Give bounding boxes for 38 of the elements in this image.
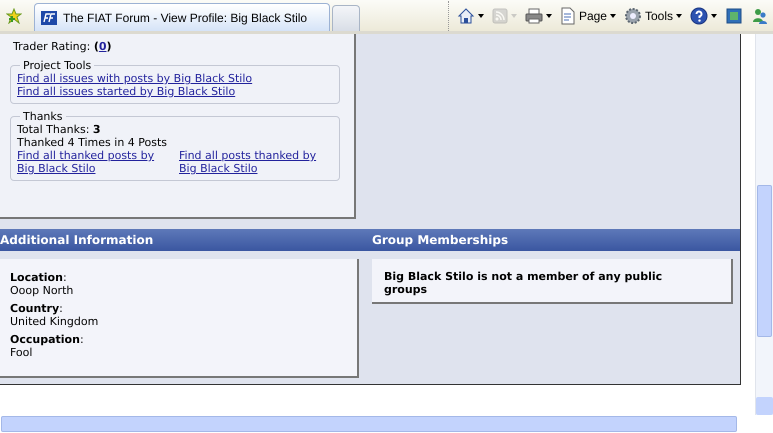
field-label: Country:	[10, 302, 64, 315]
search-link[interactable]: Find all issues started by Big Black Stilo	[17, 85, 236, 98]
field-label: Occupation:	[10, 333, 85, 346]
bracket: )	[106, 40, 112, 53]
trader-rating-label: Trader Rating:	[13, 40, 90, 53]
browser-tab[interactable]: The FIAT Forum - View Profile: Big Black Stilo	[34, 3, 330, 31]
bracket: (	[94, 40, 99, 53]
caret-icon[interactable]	[676, 14, 682, 18]
caret-icon[interactable]	[711, 14, 717, 18]
field-value: Fool	[10, 346, 34, 359]
thanked-text: Thanked 4 Times in 4 Posts	[17, 136, 168, 149]
vertical-scrollbar[interactable]	[755, 34, 773, 415]
site-icon	[41, 10, 57, 24]
field-value: United Kingdom	[10, 315, 100, 328]
gear-icon[interactable]	[624, 6, 642, 24]
toolbar-menu-label[interactable]: Page	[578, 8, 607, 22]
caret-icon[interactable]	[610, 14, 616, 18]
field-label: Location:	[10, 271, 68, 284]
search-link[interactable]: Find all posts thanked by Big Black Stilo	[179, 149, 329, 175]
total-thanks-text: Total Thanks: 3	[17, 123, 102, 136]
section-title: Additional Information	[0, 233, 154, 247]
rating-link[interactable]: 0	[98, 40, 106, 53]
help-icon[interactable]	[690, 6, 708, 24]
toolbar-menu-label[interactable]: Tools	[644, 8, 673, 22]
page-icon[interactable]	[560, 6, 576, 24]
group-legend: Project Tools	[20, 59, 94, 72]
messenger-icon[interactable]	[751, 6, 769, 24]
search-link[interactable]: Find all thanked posts by Big Black Stilo	[17, 149, 167, 175]
printer-icon[interactable]	[524, 8, 543, 24]
group-message: Big Black Stilo is not a member of any public groups	[372, 259, 733, 304]
add-favorite-icon[interactable]	[6, 8, 22, 24]
caret-icon[interactable]	[546, 14, 552, 18]
home-icon[interactable]	[456, 6, 475, 24]
caret-icon[interactable]	[478, 14, 484, 18]
field-value: Ooop North	[10, 284, 74, 297]
group-legend: Thanks	[20, 110, 66, 123]
section-title: Group Memberships	[372, 233, 508, 247]
search-link[interactable]: Find all issues with posts by Big Black Stilo	[17, 72, 252, 85]
